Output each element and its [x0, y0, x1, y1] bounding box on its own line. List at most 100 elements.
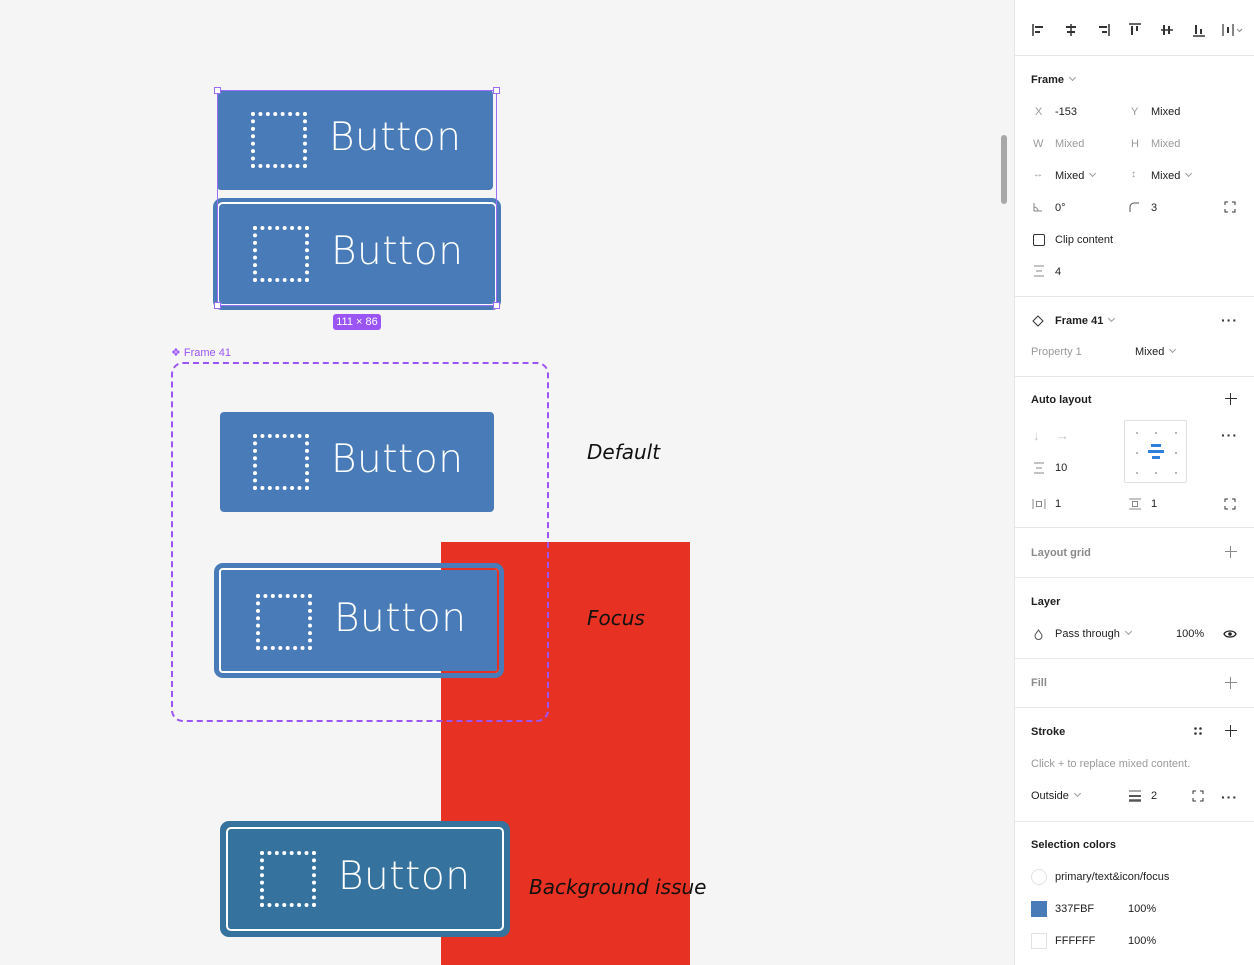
component-set-icon: ❖	[171, 347, 181, 359]
stroke-weight-input[interactable]: 2	[1151, 790, 1157, 802]
spacing-input[interactable]: 4	[1055, 266, 1061, 278]
x-input[interactable]: -153	[1055, 106, 1077, 118]
stroke-weight-icon	[1129, 790, 1141, 802]
alignment-indicator	[1151, 444, 1161, 447]
individual-strokes-icon[interactable]	[1192, 790, 1204, 802]
add-auto-layout-icon[interactable]	[1225, 393, 1237, 405]
component-icon	[1032, 315, 1044, 327]
layout-grid-title: Layout grid	[1031, 547, 1091, 559]
component-name-dropdown[interactable]: Frame 41	[1055, 314, 1116, 327]
resize-handle-top-right[interactable]	[493, 87, 500, 94]
stroke-position-dropdown[interactable]: Outside	[1031, 789, 1081, 802]
color-opacity[interactable]: 100%	[1128, 935, 1156, 947]
align-top-icon[interactable]	[1127, 22, 1143, 38]
button-focus[interactable]: Button	[214, 563, 504, 678]
align-bottom-icon[interactable]	[1191, 22, 1207, 38]
button-background-issue[interactable]: Button	[220, 821, 510, 937]
property-label: Property 1	[1031, 346, 1082, 358]
chevron-down-icon	[1124, 627, 1132, 636]
vertical-resize-icon: ↕	[1131, 169, 1136, 180]
w-input[interactable]: Mixed	[1055, 138, 1084, 150]
horizontal-padding-input[interactable]: 1	[1055, 498, 1061, 510]
direction-horizontal-icon[interactable]: →	[1056, 428, 1069, 443]
clip-content-label: Clip content	[1055, 234, 1114, 246]
blend-mode-icon	[1034, 629, 1043, 640]
color-hex[interactable]: 337FBF	[1055, 903, 1094, 915]
align-left-icon[interactable]	[1031, 22, 1047, 38]
individual-padding-icon[interactable]	[1224, 498, 1236, 510]
vertical-resizing-dropdown[interactable]: Mixed	[1151, 169, 1193, 182]
placeholder-icon	[251, 112, 307, 168]
color-opacity[interactable]: 100%	[1128, 903, 1156, 915]
style-library-icon[interactable]	[1193, 726, 1203, 736]
vertical-padding-icon	[1129, 498, 1141, 510]
selection-colors-title: Selection colors	[1031, 839, 1116, 851]
h-input[interactable]: Mixed	[1151, 138, 1180, 150]
horizontal-resizing-dropdown[interactable]: Mixed	[1055, 169, 1097, 182]
button-label: Button	[334, 596, 467, 641]
corner-radius-input[interactable]: 3	[1151, 202, 1157, 214]
component-section: Frame 41 ··· Property 1 Mixed	[1015, 297, 1254, 377]
selection-size-badge: 111 × 86	[333, 314, 381, 330]
distribute-icon[interactable]	[1221, 22, 1245, 38]
add-stroke-icon[interactable]	[1225, 725, 1237, 737]
rotation-input[interactable]: 0°	[1055, 202, 1066, 214]
design-canvas[interactable]: Button Button 111 × 86 ❖ Frame 41 Button	[0, 0, 1014, 965]
x-label: X	[1035, 106, 1043, 118]
frame-label[interactable]: ❖ Frame 41	[171, 346, 231, 360]
stroke-more-icon[interactable]: ···	[1221, 790, 1238, 804]
selection-color-row[interactable]: 337FBF 100%	[1015, 900, 1254, 918]
color-swatch[interactable]	[1031, 933, 1047, 949]
annotation-background-issue: Background issue	[529, 875, 707, 899]
rotation-icon	[1033, 203, 1042, 212]
gap-input[interactable]: 10	[1055, 462, 1067, 474]
vertical-padding-input[interactable]: 1	[1151, 498, 1157, 510]
y-label: Y	[1131, 106, 1139, 118]
auto-layout-more-icon[interactable]: ···	[1221, 428, 1238, 442]
button-label: Button	[331, 437, 464, 482]
align-horizontal-center-icon[interactable]	[1063, 22, 1079, 38]
blend-mode-dropdown[interactable]: Pass through	[1055, 627, 1132, 640]
resize-handle-bottom-right[interactable]	[493, 302, 500, 309]
placeholder-icon	[253, 434, 309, 490]
align-right-icon[interactable]	[1095, 22, 1111, 38]
auto-layout-alignment-grid[interactable]	[1124, 420, 1187, 483]
add-fill-icon[interactable]	[1225, 677, 1237, 689]
layer-opacity-input[interactable]: 100%	[1176, 628, 1204, 640]
clip-content-checkbox[interactable]	[1033, 234, 1045, 246]
horizontal-padding-icon	[1032, 499, 1046, 509]
selection-color-row[interactable]: primary/text&icon/focus	[1015, 868, 1254, 886]
color-swatch[interactable]	[1031, 869, 1047, 885]
canvas-vertical-scrollbar[interactable]	[1001, 135, 1007, 204]
y-input[interactable]: Mixed	[1151, 106, 1180, 118]
selection-color-row[interactable]: FFFFFF 100%	[1015, 932, 1254, 950]
selection-colors-section: Selection colors primary/text&icon/focus…	[1015, 822, 1254, 965]
stroke-title: Stroke	[1031, 726, 1066, 738]
selected-button-default[interactable]: Button	[217, 90, 493, 190]
button-default[interactable]: Button	[220, 412, 494, 512]
resize-handle-bottom-left[interactable]	[214, 302, 221, 309]
direction-vertical-icon[interactable]: ↓	[1033, 428, 1040, 443]
frame-section: Frame X -153 Y Mixed W Mixed H Mixed ↔ M…	[1015, 56, 1254, 297]
resize-handle-top-left[interactable]	[214, 87, 221, 94]
stroke-section: Stroke Click + to replace mixed content.…	[1015, 708, 1254, 822]
color-swatch[interactable]	[1031, 901, 1047, 917]
selected-button-focus[interactable]: Button	[213, 198, 501, 310]
annotation-default: Default	[587, 440, 661, 464]
placeholder-icon	[253, 226, 309, 282]
button-label: Button	[329, 115, 462, 160]
align-vertical-center-icon[interactable]	[1159, 22, 1175, 38]
chevron-down-icon	[1089, 169, 1097, 178]
frame-section-title[interactable]: Frame	[1031, 73, 1077, 86]
chevron-down-icon	[1185, 169, 1193, 178]
more-options-icon[interactable]: ···	[1221, 313, 1238, 327]
corner-radius-icon	[1129, 202, 1139, 212]
eye-icon[interactable]	[1223, 629, 1237, 639]
layout-grid-section: Layout grid	[1015, 528, 1254, 578]
placeholder-icon	[256, 594, 312, 650]
independent-corners-icon[interactable]	[1224, 201, 1236, 213]
annotation-focus: Focus	[587, 606, 645, 630]
property-value-dropdown[interactable]: Mixed	[1135, 345, 1177, 358]
color-hex[interactable]: FFFFFF	[1055, 935, 1095, 947]
add-layout-grid-icon[interactable]	[1225, 546, 1237, 558]
